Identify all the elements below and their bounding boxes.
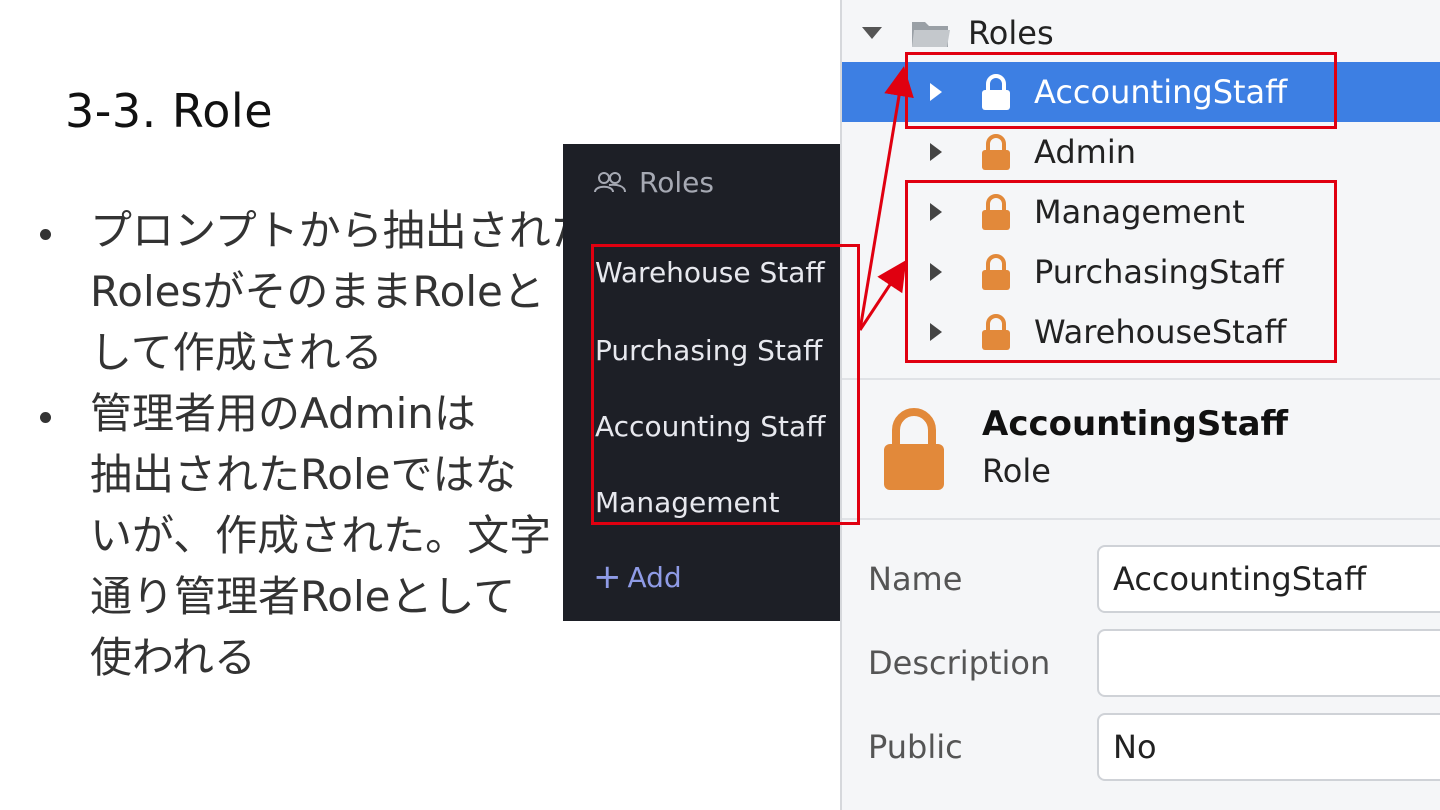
tree-root-label: Roles [968, 14, 1054, 52]
tree-item-admin[interactable]: Admin [842, 122, 1440, 182]
expand-down-icon[interactable] [862, 27, 882, 39]
bullet-list: プロンプトから抽出された RolesがそのままRoleと して作成される 管理者… [34, 200, 593, 688]
bullet-line: プロンプトから抽出された [90, 206, 593, 255]
bullet-line: RolesがそのままRoleと [90, 267, 545, 316]
folder-icon [912, 22, 950, 47]
plus-icon: + [593, 557, 622, 597]
bullet-item: 管理者用のAdminは 抽出されたRoleではな いが、作成された。文字 通り管… [34, 383, 564, 688]
users-icon [594, 172, 626, 193]
add-role-label: Add [627, 560, 682, 594]
add-role-button[interactable]: + Add [593, 560, 682, 594]
bullet-item: プロンプトから抽出された RolesがそのままRoleと して作成される [34, 200, 593, 383]
bullet-line: 使われる [90, 633, 256, 682]
roles-panel-title: Roles [639, 165, 714, 199]
role-detail-header: AccountingStaff Role [842, 378, 1440, 520]
expand-right-icon[interactable] [930, 143, 942, 161]
tree-root-roles[interactable]: Roles [862, 12, 1054, 54]
public-select[interactable]: No [1097, 713, 1440, 781]
bullet-dot [40, 412, 51, 423]
bullet-line: いが、作成された。文字 [90, 511, 552, 560]
bullet-line: 抽出されたRoleではな [90, 450, 517, 499]
roles-panel-header: Roles [593, 164, 714, 200]
lock-icon [884, 408, 944, 490]
description-label: Description [868, 644, 1051, 682]
created-roles-highlight [905, 180, 1337, 363]
lock-icon [982, 134, 1010, 170]
bullet-line: 通り管理者Roleとして [90, 572, 516, 621]
role-detail-title: AccountingStaff [982, 404, 1289, 444]
source-roles-highlight [591, 244, 860, 525]
name-label: Name [868, 560, 963, 598]
bullet-line: 管理者用のAdminは [90, 389, 476, 438]
public-label: Public [868, 728, 963, 766]
name-field[interactable] [1097, 545, 1440, 613]
bullet-dot [40, 229, 51, 240]
bullet-line: して作成される [90, 328, 383, 377]
slide-title: 3-3. Role [65, 84, 273, 138]
tree-item-label: Admin [1034, 133, 1136, 171]
accountingstaff-highlight [905, 52, 1337, 129]
description-field[interactable] [1097, 629, 1440, 697]
role-detail-type: Role [982, 452, 1051, 490]
